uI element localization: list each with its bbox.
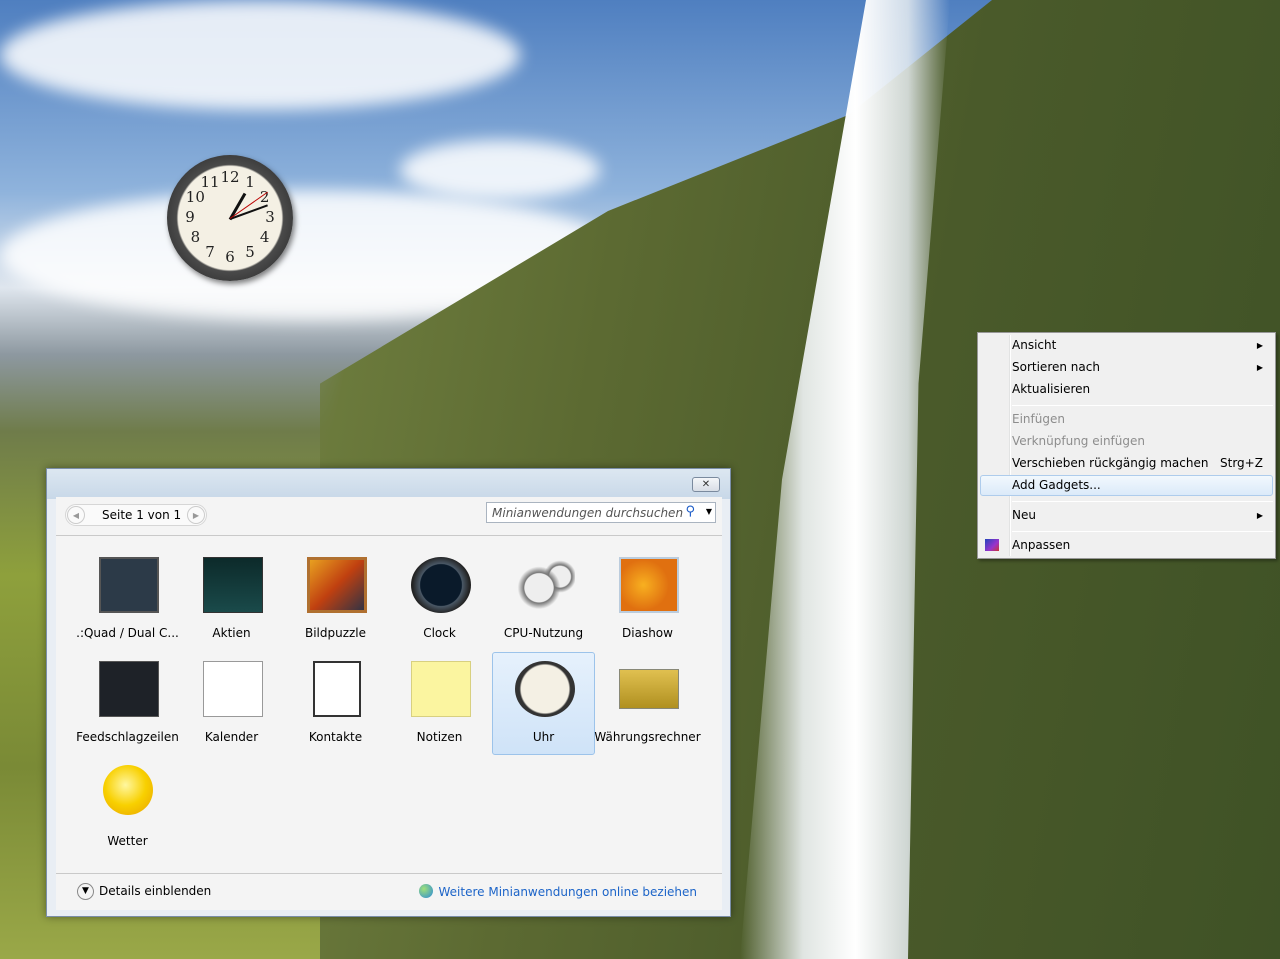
submenu-arrow-icon: ▶ [1256, 341, 1263, 350]
gadget-label: Feedschlagzeilen [76, 730, 179, 744]
gadget-tile[interactable]: Währungsrechner [594, 652, 701, 755]
gadget-label: .:Quad / Dual C... [76, 626, 179, 640]
menu-item[interactable]: Add Gadgets... [980, 475, 1273, 496]
cpu-monitor-icon [99, 557, 159, 613]
clock-numeral: 3 [265, 208, 275, 226]
page-label: Seite 1 von 1 [102, 508, 182, 522]
gadget-tile[interactable]: Kalender [180, 652, 283, 755]
menu-item-label: Anpassen [1012, 538, 1071, 552]
clock-numeral: 11 [200, 173, 220, 192]
search-icon[interactable]: ⚲ [685, 504, 695, 519]
previous-page-button[interactable]: ◀ [67, 506, 85, 524]
dark-clock-icon [411, 557, 471, 613]
gadget-label: Kontakte [308, 730, 363, 744]
gadget-label: Diashow [622, 626, 673, 640]
gadget-tile[interactable]: .:Quad / Dual C... [76, 548, 179, 651]
chevron-down-icon: ▼ [77, 883, 94, 900]
menu-item-label: Add Gadgets... [1012, 478, 1101, 492]
submenu-arrow-icon: ▶ [1256, 511, 1263, 520]
close-button[interactable]: ✕ [692, 477, 720, 492]
menu-item[interactable]: Verknüpfung einfügen [980, 431, 1273, 452]
search-input[interactable]: Minianwendungen durchsuchen ⚲ ▼ [486, 502, 716, 523]
clock-numeral: 6 [225, 248, 235, 266]
page-navigator: ◀ Seite 1 von 1 ▶ [65, 504, 207, 526]
gadget-label: Notizen [416, 730, 463, 744]
submenu-arrow-icon: ▶ [1256, 363, 1263, 372]
gadget-gallery-window: ✕ ◀ Seite 1 von 1 ▶ Minianwendungen durc… [46, 468, 731, 917]
next-page-button[interactable]: ▶ [187, 506, 205, 524]
gadget-tile[interactable]: Uhr [492, 652, 595, 755]
globe-icon [418, 884, 433, 898]
menu-item[interactable]: Ansicht ▶ [980, 335, 1273, 356]
calendar-icon [203, 661, 263, 717]
gadget-tile[interactable]: Bildpuzzle [284, 548, 387, 651]
menu-item-label: Aktualisieren [1012, 382, 1091, 396]
menu-item-label: Neu [1012, 508, 1036, 522]
gadget-tile[interactable]: Notizen [388, 652, 491, 755]
cpu-gauge-icon [515, 557, 575, 613]
menu-separator [1012, 531, 1273, 532]
menu-item[interactable]: Anpassen [980, 535, 1273, 556]
menu-item[interactable]: Sortieren nach ▶ [980, 357, 1273, 378]
shortcut-label: Strg+Z [1220, 456, 1263, 470]
clock-numeral: 8 [190, 228, 201, 246]
gadget-label: Clock [423, 626, 456, 640]
menu-item-label: Verschieben rückgängig machen [1012, 456, 1209, 470]
clock-numeral: 9 [185, 208, 195, 226]
currency-icon [619, 669, 679, 709]
menu-item[interactable]: Einfügen [980, 409, 1273, 430]
contacts-icon [313, 661, 361, 717]
gadget-label: Uhr [532, 730, 555, 744]
search-placeholder: Minianwendungen durchsuchen [492, 506, 684, 520]
gadget-tile[interactable]: Aktien [180, 548, 283, 651]
gadget-tile[interactable]: CPU-Nutzung [492, 548, 595, 651]
dropdown-arrow-icon[interactable]: ▼ [706, 507, 712, 516]
gadget-tile[interactable]: Wetter [76, 756, 179, 859]
get-more-gadgets-link[interactable]: Weitere Minianwendungen online beziehen [418, 884, 698, 899]
personalize-icon [985, 539, 999, 551]
gadget-tile[interactable]: Clock [388, 548, 491, 651]
online-link-label: Weitere Minianwendungen online beziehen [438, 885, 698, 899]
feed-headlines-icon [99, 661, 159, 717]
menu-item[interactable]: Aktualisieren [980, 379, 1273, 400]
gadget-tile[interactable]: Diashow [596, 548, 699, 651]
menu-separator [1012, 501, 1273, 502]
gadget-label: Währungsrechner [594, 730, 701, 744]
weather-sun-icon [103, 765, 153, 815]
gadget-label: CPU-Nutzung [503, 626, 584, 640]
slideshow-icon [619, 557, 679, 613]
desktop-clock-gadget[interactable]: 12 1 2 3 4 5 6 7 8 9 10 11 [167, 155, 293, 281]
menu-separator [1012, 405, 1273, 406]
gadget-tile[interactable]: Feedschlagzeilen [76, 652, 179, 755]
gadget-tile[interactable]: Kontakte [284, 652, 387, 755]
picture-puzzle-icon [307, 557, 367, 613]
details-toggle[interactable]: ▼ Details einblenden [77, 883, 211, 900]
menu-item-label: Einfügen [1012, 412, 1065, 426]
gadget-label: Aktien [212, 626, 251, 640]
clock-icon [515, 661, 575, 717]
stocks-chart-icon [203, 557, 263, 613]
gadget-label: Wetter [107, 834, 148, 848]
menu-item[interactable]: Neu ▶ [980, 505, 1273, 526]
menu-item-label: Sortieren nach [1012, 360, 1100, 374]
desktop-context-menu: Ansicht ▶ Sortieren nach ▶ Aktualisieren Einf… [977, 332, 1276, 559]
menu-item-label: Verknüpfung einfügen [1012, 434, 1145, 448]
notes-icon [411, 661, 471, 717]
clock-numeral: 12 [220, 168, 240, 186]
details-label: Details einblenden [99, 884, 212, 898]
menu-item[interactable]: Verschieben rückgängig machen Strg+Z [980, 453, 1273, 474]
clock-numeral: 5 [245, 242, 255, 261]
menu-item-label: Ansicht [1012, 338, 1057, 352]
gadget-label: Bildpuzzle [304, 626, 367, 640]
gadget-label: Kalender [204, 730, 259, 744]
